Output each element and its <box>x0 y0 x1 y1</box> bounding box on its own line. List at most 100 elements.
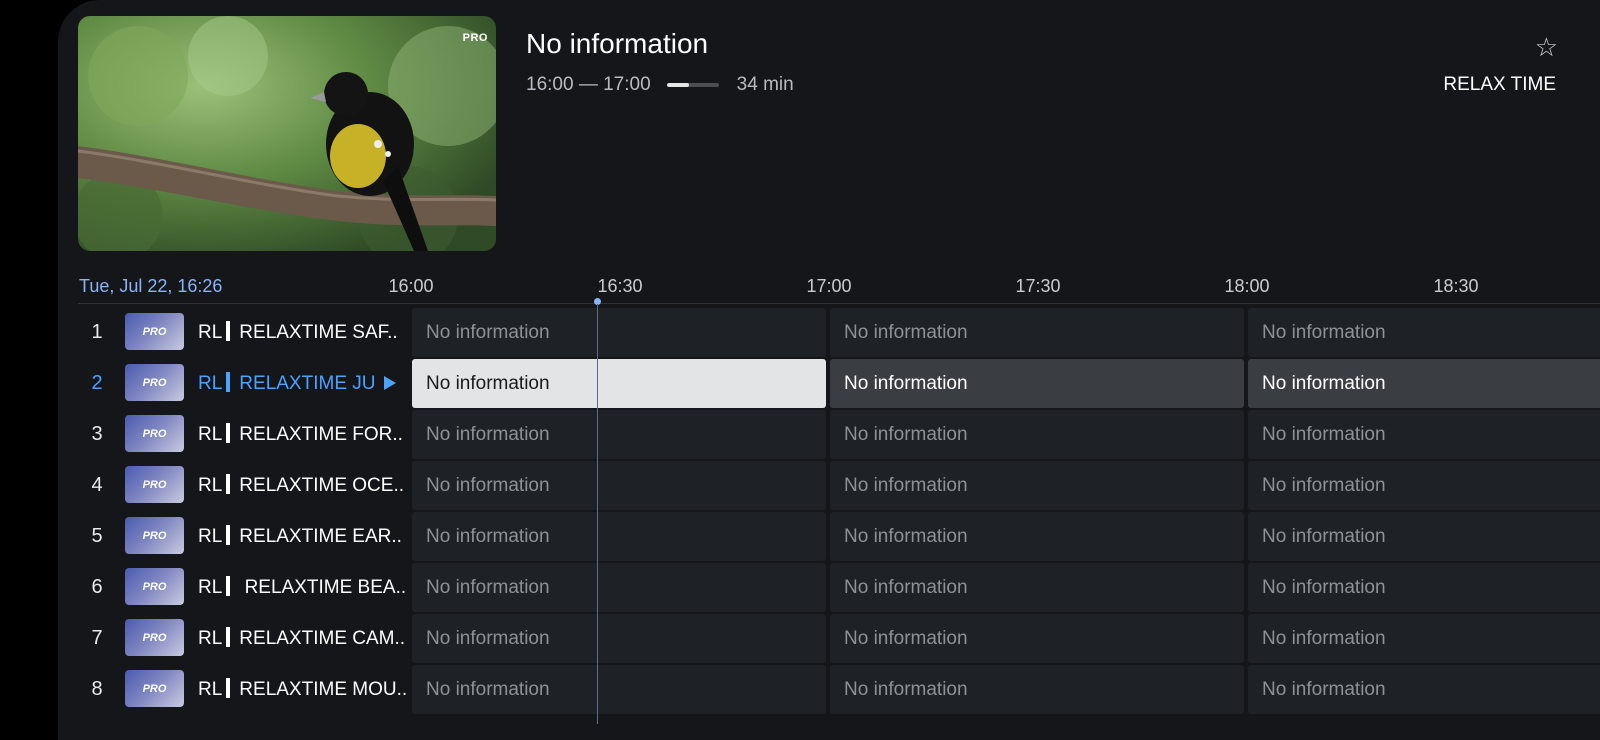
channel-separator <box>226 575 231 596</box>
channel-separator <box>226 422 231 443</box>
program-cell[interactable]: No information <box>1248 614 1600 663</box>
channel-logo: PRO <box>125 670 184 707</box>
channel-logo: PRO <box>125 517 184 554</box>
program-cell-focused[interactable]: No information <box>412 359 826 408</box>
program-cell[interactable]: No information <box>830 563 1244 612</box>
pro-badge: PRO <box>462 32 488 44</box>
channel-name[interactable]: RL RELAXTIME OCE.. <box>198 461 408 510</box>
program-cell[interactable]: No information <box>1248 359 1600 408</box>
channel-logo-text: PRO <box>142 427 167 440</box>
channel-prefix: RL <box>198 424 223 445</box>
timeline-divider <box>78 303 1600 304</box>
channel-prefix: RL <box>198 628 223 649</box>
channel-prefix: RL <box>198 577 223 598</box>
channel-row[interactable]: 8 PRO RL RELAXTIME MOU.. No information N… <box>58 665 1600 714</box>
program-cell[interactable]: No information <box>1248 410 1600 459</box>
channel-logo: PRO <box>125 415 184 452</box>
channel-prefix: RL <box>198 475 223 496</box>
bird-preview-image <box>78 16 496 251</box>
channel-title: RELAXTIME BEA.. <box>239 577 407 598</box>
channel-row[interactable]: 6 PRO RL RELAXTIME BEA.. No information … <box>58 563 1600 612</box>
program-cell[interactable]: No information <box>412 614 826 663</box>
program-time-range: 16:00 — 17:00 <box>526 74 651 95</box>
channel-name[interactable]: RL RELAXTIME MOU.. <box>198 665 408 714</box>
program-cell[interactable]: No information <box>830 512 1244 561</box>
program-cell[interactable]: No information <box>412 461 826 510</box>
channel-separator <box>226 320 231 341</box>
channel-number: 4 <box>91 474 103 496</box>
program-progress-fill <box>666 83 690 87</box>
channel-name[interactable]: RL RELAXTIME SAF.. <box>198 308 408 357</box>
time-tick: 16:00 <box>388 276 434 296</box>
channel-logo-text: PRO <box>142 631 167 644</box>
channel-logo-text: PRO <box>142 580 167 593</box>
channel-logo: PRO <box>125 619 184 656</box>
video-preview[interactable]: PRO <box>78 16 496 251</box>
program-cell[interactable]: No information <box>1248 308 1600 357</box>
program-cell[interactable]: No information <box>830 665 1244 714</box>
channel-name[interactable]: RL RELAXTIME FOR.. <box>198 410 408 459</box>
channel-row[interactable]: 7 PRO RL RELAXTIME CAM.. No information N… <box>58 614 1600 663</box>
time-tick: 18:30 <box>1433 276 1479 296</box>
channel-row[interactable]: 4 PRO RL RELAXTIME OCE.. No information N… <box>58 461 1600 510</box>
program-cell[interactable]: No information <box>412 665 826 714</box>
channel-separator <box>226 524 231 545</box>
program-cell[interactable]: No information <box>412 512 826 561</box>
channel-logo: PRO <box>125 568 184 605</box>
program-cell[interactable]: No information <box>412 563 826 612</box>
current-channel-name: RELAX TIME <box>1443 74 1556 95</box>
play-icon <box>384 376 396 390</box>
channel-prefix: RL <box>198 679 223 700</box>
channel-title: RELAXTIME FOR.. <box>239 424 403 445</box>
channel-row-selected[interactable]: 2 PRO RL RELAXTIME JU No information No i… <box>58 359 1600 408</box>
program-cell[interactable]: No information <box>830 461 1244 510</box>
channel-number: 7 <box>91 627 103 649</box>
channel-title: RELAXTIME SAF.. <box>239 322 398 343</box>
time-tick: 18:00 <box>1224 276 1270 296</box>
channel-logo-text: PRO <box>142 529 167 542</box>
program-cell[interactable]: No information <box>830 359 1244 408</box>
channel-number: 5 <box>91 525 103 547</box>
program-cell[interactable]: No information <box>830 308 1244 357</box>
channel-title: RELAXTIME EAR.. <box>239 526 402 547</box>
program-cell[interactable]: No information <box>412 308 826 357</box>
guide-date-label: Tue, Jul 22, 16:26 <box>79 276 223 296</box>
channel-prefix: RL <box>198 322 223 343</box>
channel-separator <box>226 473 231 494</box>
current-time-line <box>597 304 598 724</box>
channel-row[interactable]: 5 PRO RL RELAXTIME EAR.. No information N… <box>58 512 1600 561</box>
channel-logo: PRO <box>125 313 184 350</box>
program-cell[interactable]: No information <box>1248 461 1600 510</box>
program-cell[interactable]: No information <box>412 410 826 459</box>
channel-number: 3 <box>91 423 103 445</box>
program-progress-bar <box>666 83 719 87</box>
program-cell[interactable]: No information <box>1248 563 1600 612</box>
channel-number: 8 <box>91 678 103 700</box>
star-outline-icon[interactable]: ☆ <box>1535 32 1558 63</box>
channel-logo-text: PRO <box>142 325 167 338</box>
channel-separator <box>226 371 231 392</box>
program-cell[interactable]: No information <box>830 614 1244 663</box>
program-cell[interactable]: No information <box>830 410 1244 459</box>
channel-prefix: RL <box>198 373 223 394</box>
program-title: No information <box>526 28 709 59</box>
channel-title: RELAXTIME CAM.. <box>239 628 406 649</box>
channel-prefix: RL <box>198 526 223 547</box>
channel-row[interactable]: 3 PRO RL RELAXTIME FOR.. No information N… <box>58 410 1600 459</box>
channel-name[interactable]: RL RELAXTIME JU <box>198 359 378 408</box>
channel-name[interactable]: RL RELAXTIME EAR.. <box>198 512 408 561</box>
epg-panel: PRO No information 16:00 — 17:00 34 min … <box>58 0 1600 740</box>
program-duration: 34 min <box>736 74 794 95</box>
program-time: 16:00 — 17:00 34 min <box>526 74 794 96</box>
program-cell[interactable]: No information <box>1248 512 1600 561</box>
channel-logo: PRO <box>125 466 184 503</box>
channel-row[interactable]: 1 PRO RL RELAXTIME SAF.. No information N… <box>58 308 1600 357</box>
channel-logo-text: PRO <box>142 376 167 389</box>
channel-name[interactable]: RL RELAXTIME CAM.. <box>198 614 408 663</box>
program-cell[interactable]: No information <box>1248 665 1600 714</box>
time-tick: 17:00 <box>806 276 852 296</box>
channel-title: RELAXTIME OCE.. <box>239 475 404 496</box>
channel-logo: PRO <box>125 364 184 401</box>
channel-name[interactable]: RL RELAXTIME BEA.. <box>198 563 408 612</box>
channel-separator <box>226 626 231 647</box>
